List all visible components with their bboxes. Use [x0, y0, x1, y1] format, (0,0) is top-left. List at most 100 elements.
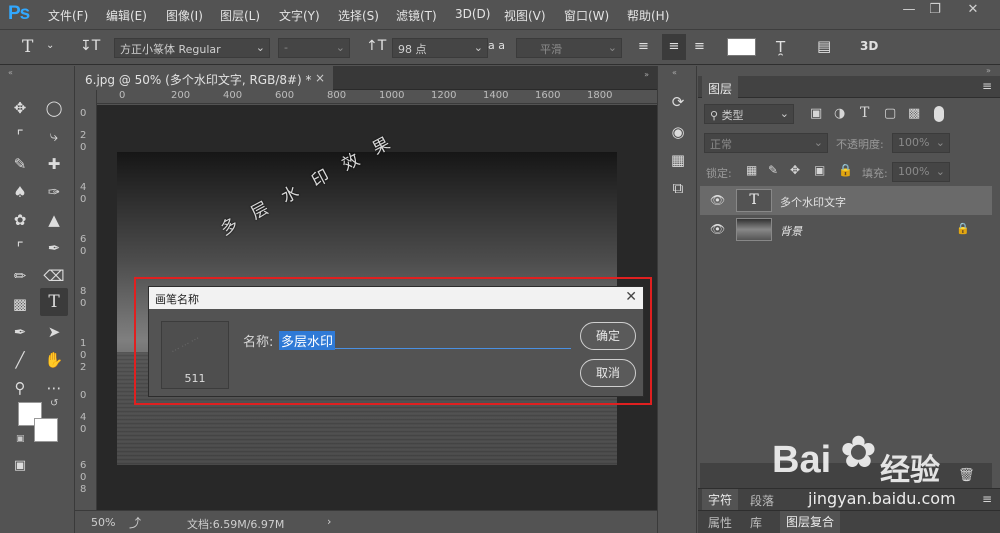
brush-tool-icon[interactable]: ✏: [8, 264, 32, 288]
lock-paint-icon[interactable]: ✎: [768, 163, 778, 177]
menu-type[interactable]: 文字(Y): [279, 7, 320, 24]
menu-layer[interactable]: 图层(L): [220, 7, 260, 24]
pen-tool-icon[interactable]: ✒: [8, 320, 32, 344]
adjustments-icon[interactable]: ⧉: [666, 176, 690, 200]
lock-all-icon[interactable]: 🔒: [838, 163, 853, 177]
expand-icon[interactable]: »: [644, 70, 649, 79]
quick-select-icon[interactable]: ✎: [8, 152, 32, 176]
tab-properties[interactable]: 属性: [708, 514, 732, 531]
align-right-icon[interactable]: ≡: [694, 39, 705, 54]
stamp-tool-icon[interactable]: ♠: [8, 180, 32, 204]
expand-icon[interactable]: »: [986, 66, 991, 75]
collapse-icon[interactable]: «: [8, 68, 13, 77]
close-icon[interactable]: ✕: [960, 2, 986, 22]
blur-tool-icon[interactable]: ✿: [8, 208, 32, 232]
restore-icon[interactable]: ❐: [922, 2, 948, 22]
layer-row-background[interactable]: 👁 背景 🔒: [700, 215, 992, 244]
filter-smart-icon[interactable]: ▩: [908, 106, 920, 121]
align-center-icon[interactable]: ≡: [662, 34, 686, 60]
toggle-orientation-icon[interactable]: ↧T: [80, 38, 100, 54]
menu-3d[interactable]: 3D(D): [455, 7, 490, 21]
crop-tool-icon[interactable]: ⌜: [8, 236, 32, 260]
menu-image[interactable]: 图像(I): [166, 7, 203, 24]
filter-toggle-icon[interactable]: [934, 106, 944, 122]
brush-name-input[interactable]: 多层水印: [279, 331, 571, 350]
font-family-select[interactable]: 方正小篆体 Regular ⌄: [114, 38, 270, 58]
filter-image-icon[interactable]: ▣: [810, 106, 822, 121]
tab-character[interactable]: 字符: [702, 489, 739, 511]
type-tool-preset-icon[interactable]: T: [22, 37, 33, 57]
text-color-swatch[interactable]: [727, 38, 756, 56]
character-panel-icon[interactable]: ▤: [817, 37, 831, 55]
menu-view[interactable]: 视图(V): [504, 7, 546, 24]
share-icon[interactable]: ⤴: [129, 514, 141, 531]
color-palette-icon[interactable]: ◉: [666, 120, 690, 144]
tab-layers[interactable]: 图层: [702, 76, 739, 98]
chevron-down-icon[interactable]: ⌄: [46, 40, 54, 51]
warp-text-icon[interactable]: T̯: [776, 38, 785, 56]
close-icon[interactable]: ✕: [625, 289, 637, 305]
document-tab[interactable]: 6.jpg @ 50% (多个水印文字, RGB/8#) * ×: [75, 66, 333, 90]
more-tools-icon[interactable]: ⋯: [42, 376, 66, 400]
lock-artboard-icon[interactable]: ▣: [814, 163, 825, 177]
lock-pixels-icon[interactable]: ▦: [746, 163, 757, 177]
line-tool-icon[interactable]: ╱: [8, 348, 32, 372]
filter-adjust-icon[interactable]: ◑: [834, 106, 845, 121]
move-tool-icon[interactable]: ✥: [8, 96, 32, 120]
path-select-icon[interactable]: ➤: [42, 320, 66, 344]
type-tool-icon[interactable]: T: [40, 288, 68, 316]
lock-position-icon[interactable]: ✥: [790, 163, 800, 177]
filter-type-icon[interactable]: T: [860, 105, 869, 121]
history-panel-icon[interactable]: ⟳: [666, 90, 690, 114]
layer-filter-select[interactable]: ⚲ 类型 ⌄: [704, 104, 794, 124]
dialog-titlebar: 画笔名称 ✕: [149, 287, 643, 309]
panel-menu-icon[interactable]: ≡: [982, 79, 992, 93]
font-style-select[interactable]: - ⌄: [278, 38, 350, 58]
layer-row-text[interactable]: 👁 T 多个水印文字: [700, 186, 992, 215]
menu-help[interactable]: 帮助(H): [627, 7, 669, 24]
close-tab-icon[interactable]: ×: [315, 71, 325, 85]
zoom-tool-icon[interactable]: ⚲: [8, 376, 32, 400]
default-colors-icon[interactable]: ▣: [16, 434, 25, 444]
tab-libraries[interactable]: 库: [750, 514, 762, 531]
minimize-icon[interactable]: —: [896, 2, 922, 22]
filter-shape-icon[interactable]: ▢: [884, 106, 896, 121]
menu-window[interactable]: 窗口(W): [564, 7, 609, 24]
3d-icon[interactable]: 3D: [860, 39, 878, 53]
marquee-tool-icon[interactable]: ◯: [42, 96, 66, 120]
ok-button[interactable]: 确定: [580, 322, 636, 350]
opacity-input[interactable]: 100% ⌄: [892, 133, 950, 153]
background-color-swatch[interactable]: [34, 418, 58, 442]
font-size-icon: ↑T: [366, 38, 387, 54]
fill-input[interactable]: 100% ⌄: [892, 162, 950, 182]
font-size-select[interactable]: 98 点 ⌄: [392, 38, 488, 58]
triangle-tool-icon[interactable]: ▲: [42, 208, 66, 232]
chevron-right-icon[interactable]: ›: [327, 515, 331, 528]
swap-colors-icon[interactable]: ↺: [50, 398, 58, 409]
blend-mode-select[interactable]: 正常 ⌄: [704, 133, 828, 153]
cancel-button[interactable]: 取消: [580, 359, 636, 387]
menu-filter[interactable]: 滤镜(T): [396, 7, 437, 24]
healing-tool-icon[interactable]: ✚: [42, 152, 66, 176]
hand-tool-icon[interactable]: ✋: [42, 348, 66, 372]
eyedropper-tool-icon[interactable]: ✒: [42, 236, 66, 260]
visibility-eye-icon[interactable]: 👁: [710, 222, 725, 236]
quick-mask-icon[interactable]: ▣: [8, 454, 32, 478]
history-brush-icon[interactable]: ✑: [42, 180, 66, 204]
menu-select[interactable]: 选择(S): [338, 7, 379, 24]
menu-edit[interactable]: 编辑(E): [106, 7, 147, 24]
collapse-icon[interactable]: «: [672, 68, 677, 77]
align-left-icon[interactable]: ≡: [638, 39, 649, 54]
menu-file[interactable]: 文件(F): [48, 7, 88, 24]
visibility-eye-icon[interactable]: 👁: [710, 193, 725, 207]
gradient-tool-icon[interactable]: ▩: [8, 292, 32, 316]
swatches-grid-icon[interactable]: ▦: [666, 148, 690, 172]
lasso-tool-icon[interactable]: ⤷: [42, 124, 66, 148]
opacity-label: 不透明度:: [836, 138, 884, 151]
zoom-level[interactable]: 50%: [91, 516, 115, 529]
crop-artboard-icon[interactable]: ⌜: [8, 124, 32, 148]
font-size-value: 98 点: [398, 43, 427, 56]
ruler-tick: 1200: [431, 90, 457, 101]
antialias-select[interactable]: 平滑 ⌄: [516, 38, 622, 58]
eraser-tool-icon[interactable]: ⌫: [42, 264, 66, 288]
